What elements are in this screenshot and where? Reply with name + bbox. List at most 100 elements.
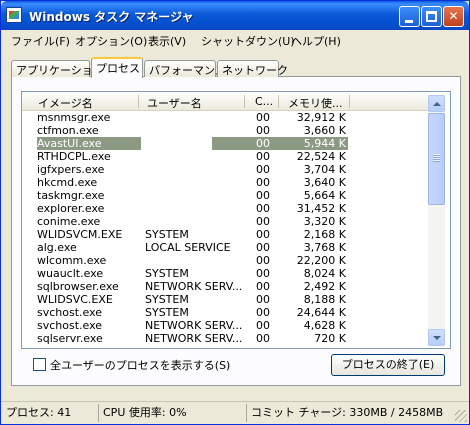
cell-image-name: wlcomm.exe [37, 254, 107, 267]
tab-processes[interactable]: プロセス [91, 57, 143, 78]
cell-cpu: 00 [256, 332, 270, 345]
cell-cpu: 00 [256, 111, 270, 124]
table-row[interactable]: ctfmon.exe 00 3,660 K [22, 124, 434, 137]
menu-help[interactable]: ヘルプ(H) [291, 33, 341, 49]
table-row-selected[interactable]: AvastUI.exe 00 5,944 K [22, 137, 434, 150]
status-bar: プロセス: 41 CPU 使用率: 0% コミット チャージ: 330MB / … [1, 401, 469, 424]
table-row[interactable]: igfxpers.exe 00 3,704 K [22, 163, 434, 176]
vertical-scrollbar[interactable] [428, 95, 445, 346]
table-row[interactable]: alg.exe LOCAL SERVICE 00 3,768 K [22, 241, 434, 254]
tab-applications[interactable]: アプリケーション [11, 60, 104, 77]
cell-memory: 3,704 K [303, 163, 346, 176]
table-row[interactable]: wlcomm.exe 00 22,200 K [22, 254, 434, 267]
cell-cpu: 00 [256, 254, 270, 267]
cell-user-name: SYSTEM [145, 293, 189, 306]
column-divider[interactable] [138, 95, 139, 108]
cell-image-name: igfxpers.exe [37, 163, 105, 176]
process-rows: msnmsgr.exe 00 32,912 K ctfmon.exe 00 3,… [22, 111, 434, 345]
cell-image-name: WLIDSVCM.EXE [37, 228, 123, 241]
table-row[interactable]: wuauclt.exe SYSTEM 00 8,024 K [22, 267, 434, 280]
show-all-users-checkbox[interactable] [33, 358, 46, 371]
cell-memory: 31,452 K [296, 202, 346, 215]
table-row[interactable]: hkcmd.exe 00 3,640 K [22, 176, 434, 189]
menu-view[interactable]: 表示(V) [148, 33, 186, 49]
column-header-user-name[interactable]: ユーザー名 [147, 95, 202, 111]
column-header-cpu[interactable]: C... [255, 95, 273, 108]
status-commit-charge: コミット チャージ: 330MB / 2458MB [246, 404, 443, 422]
cell-image-name: svchost.exe [37, 306, 103, 319]
table-row[interactable]: sqlservr.exe NETWORK SERV... 00 720 K [22, 332, 434, 345]
cell-image-name: taskmgr.exe [37, 189, 105, 202]
cell-image-name: alg.exe [37, 241, 77, 254]
table-row[interactable]: taskmgr.exe 00 5,664 K [22, 189, 434, 202]
menu-options[interactable]: オプション(O) [75, 33, 147, 49]
cell-memory: 4,628 K [303, 319, 346, 332]
menu-shutdown[interactable]: シャットダウン(U) [201, 33, 295, 49]
column-divider[interactable] [244, 95, 245, 108]
cell-user-name: SYSTEM [145, 228, 189, 241]
table-row[interactable]: RTHDCPL.exe 00 22,524 K [22, 150, 434, 163]
cell-memory: 2,492 K [303, 280, 346, 293]
list-header: イメージ名 ユーザー名 C... メモリ使... [22, 92, 434, 111]
cell-memory: 24,644 K [296, 306, 346, 319]
table-row[interactable]: conime.exe 00 3,320 K [22, 215, 434, 228]
minimize-button[interactable] [399, 6, 420, 27]
cell-cpu: 00 [256, 319, 270, 332]
cell-cpu: 00 [256, 124, 270, 137]
cell-image-name: wuauclt.exe [37, 267, 104, 280]
window-title: Windows タスク マネージャ [29, 10, 194, 24]
status-process-count: プロセス: 41 [6, 406, 72, 419]
task-manager-window: Windows タスク マネージャ ✕ ファイル(F) オプション(O) 表示(… [0, 0, 470, 425]
cell-memory: 3,768 K [303, 241, 346, 254]
tab-performance[interactable]: パフォーマンス [144, 60, 226, 77]
cell-image-name: AvastUI.exe [37, 137, 102, 150]
cell-memory: 5,944 K [303, 137, 346, 150]
table-row[interactable]: explorer.exe 00 31,452 K [22, 202, 434, 215]
scrollbar-thumb[interactable] [428, 113, 445, 205]
cell-cpu: 00 [256, 176, 270, 189]
menu-file[interactable]: ファイル(F) [11, 33, 70, 49]
cell-memory: 22,524 K [296, 150, 346, 163]
column-header-image-name[interactable]: イメージ名 [38, 95, 93, 111]
column-header-memory[interactable]: メモリ使... [288, 95, 343, 111]
cell-user-name: SYSTEM [145, 267, 189, 280]
close-button[interactable]: ✕ [443, 6, 464, 27]
cell-image-name: sqlservr.exe [37, 332, 103, 345]
cell-memory: 22,200 K [296, 254, 346, 267]
column-divider[interactable] [349, 95, 350, 108]
show-all-users-label[interactable]: 全ユーザーのプロセスを表示する(S) [50, 357, 230, 373]
end-process-button[interactable]: プロセスの終了(E) [331, 354, 445, 376]
cell-image-name: RTHDCPL.exe [37, 150, 111, 163]
cell-image-name: msnmsgr.exe [37, 111, 111, 124]
scroll-down-arrow-icon[interactable] [428, 329, 445, 346]
table-row[interactable]: svchost.exe SYSTEM 00 24,644 K [22, 306, 434, 319]
menu-bar: ファイル(F) オプション(O) 表示(V) シャットダウン(U) ヘルプ(H) [3, 30, 469, 50]
task-manager-icon [6, 7, 22, 23]
maximize-button[interactable] [421, 6, 442, 27]
table-row[interactable]: WLIDSVC.EXE SYSTEM 00 8,188 K [22, 293, 434, 306]
process-list[interactable]: イメージ名 ユーザー名 C... メモリ使... msnmsgr.exe 00 … [21, 91, 451, 349]
cell-cpu: 00 [256, 267, 270, 280]
cell-cpu: 00 [256, 280, 270, 293]
table-row[interactable]: sqlbrowser.exe NETWORK SERV... 00 2,492 … [22, 280, 434, 293]
table-row[interactable]: msnmsgr.exe 00 32,912 K [22, 111, 434, 124]
status-cpu-usage: CPU 使用率: 0% [98, 404, 187, 422]
title-bar[interactable]: Windows タスク マネージャ ✕ [1, 1, 469, 30]
tab-network[interactable]: ネットワーク [217, 60, 288, 77]
resize-grip-icon[interactable] [455, 410, 467, 422]
cell-memory: 3,640 K [303, 176, 346, 189]
table-row[interactable]: svchost.exe NETWORK SERV... 00 4,628 K [22, 319, 434, 332]
column-divider[interactable] [278, 95, 279, 108]
cell-memory: 32,912 K [296, 111, 346, 124]
scroll-up-arrow-icon[interactable] [428, 95, 445, 112]
cell-cpu: 00 [256, 293, 270, 306]
cell-image-name: conime.exe [37, 215, 101, 228]
cell-memory: 720 K [314, 332, 346, 345]
cell-cpu: 00 [256, 202, 270, 215]
cell-memory: 8,024 K [303, 267, 346, 280]
cell-image-name: ctfmon.exe [37, 124, 99, 137]
cell-cpu: 00 [256, 163, 270, 176]
table-row[interactable]: WLIDSVCM.EXE SYSTEM 00 2,168 K [22, 228, 434, 241]
cell-image-name: explorer.exe [37, 202, 105, 215]
cell-cpu: 00 [256, 241, 270, 254]
